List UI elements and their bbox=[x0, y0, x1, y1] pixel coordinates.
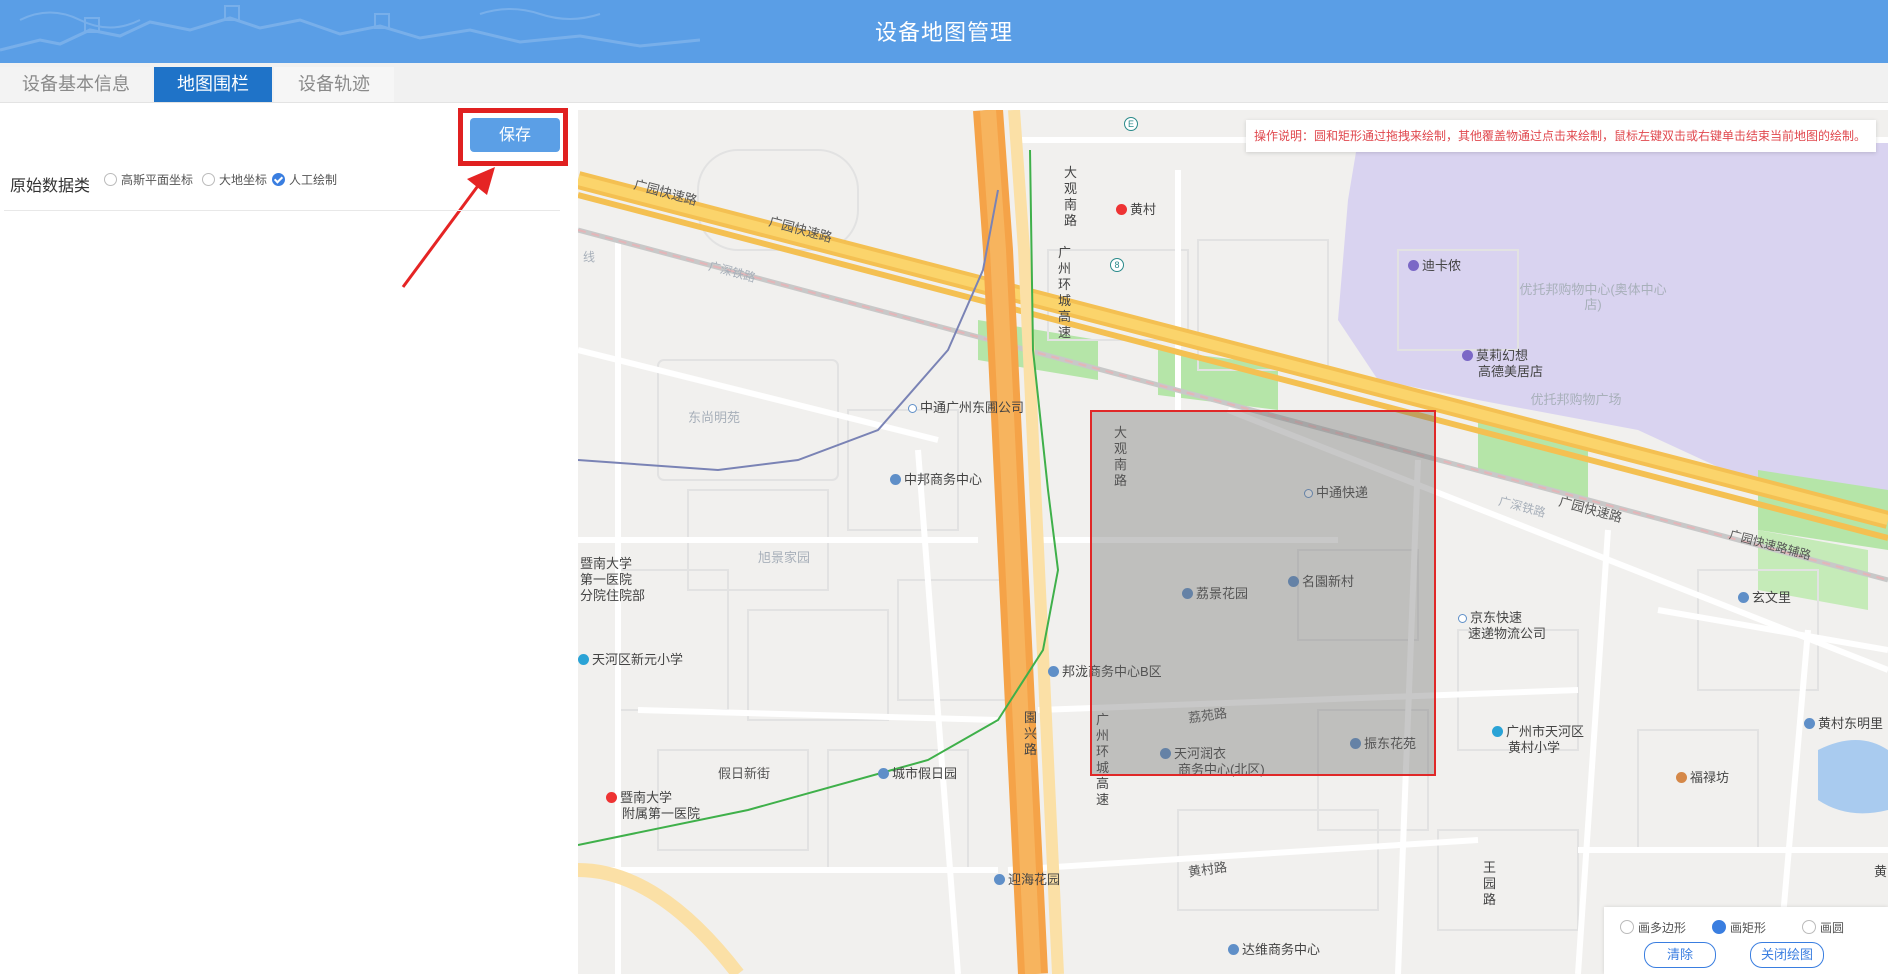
radio-draw-rectangle[interactable]: 画矩形 bbox=[1712, 919, 1766, 936]
poi-label: 福禄坊 bbox=[1676, 770, 1729, 785]
poi-label: 迎海花园 bbox=[994, 872, 1060, 887]
poi-label: 东尚明苑 bbox=[688, 410, 741, 425]
poi-label: 暨南大学 bbox=[580, 556, 633, 571]
poi-label: 暨南大学 bbox=[606, 790, 672, 805]
source-data-type-row: 原始数据类 高斯平面坐标 大地坐标 人工绘制 bbox=[4, 160, 560, 211]
building-icon bbox=[890, 474, 901, 485]
poi-label: 黄 bbox=[1874, 864, 1888, 879]
radio-circle-checked bbox=[272, 173, 285, 186]
location-dot-icon bbox=[1458, 614, 1467, 623]
poi-label: 旭景家园 bbox=[758, 550, 811, 565]
building-icon bbox=[1048, 666, 1059, 677]
metro-station-label: 黄村 bbox=[1116, 202, 1156, 217]
building-icon bbox=[878, 768, 889, 779]
page-title: 设备地图管理 bbox=[874, 20, 1013, 45]
location-dot-icon bbox=[908, 404, 917, 413]
radio-draw-circle[interactable]: 画圆 bbox=[1802, 919, 1844, 936]
hospital-icon bbox=[606, 792, 617, 803]
poi-label: 速递物流公司 bbox=[1468, 626, 1547, 641]
radio-circle-checked bbox=[1712, 920, 1726, 934]
radio-gauss-coordinate[interactable]: 高斯平面坐标 bbox=[104, 172, 193, 188]
building-icon bbox=[994, 874, 1005, 885]
building-icon bbox=[1804, 718, 1815, 729]
tab-map-fence[interactable]: 地图围栏 bbox=[154, 67, 272, 102]
radio-circle bbox=[202, 173, 215, 186]
clear-button[interactable]: 清除 bbox=[1644, 942, 1716, 968]
radio-manual-drawing[interactable]: 人工绘制 bbox=[272, 172, 337, 188]
metro-line-label: 线 bbox=[583, 250, 596, 264]
poi-label: 天河区新元小学 bbox=[578, 652, 683, 667]
road-label: 大观南路 bbox=[1064, 165, 1078, 228]
radio-circle bbox=[104, 173, 117, 186]
poi-label: 达维商务中心 bbox=[1228, 942, 1320, 957]
drawing-toolbox: 画多边形 画矩形 画圆 清除 关闭绘图 bbox=[1604, 907, 1888, 974]
poi-label: 城市假日园 bbox=[878, 766, 957, 781]
shop-icon bbox=[1462, 350, 1473, 361]
shop-icon bbox=[1408, 260, 1419, 271]
building-icon bbox=[1738, 592, 1749, 603]
poi-label: 莫莉幻想 bbox=[1462, 348, 1528, 363]
metro-line-8-icon: 8 bbox=[1110, 258, 1124, 272]
poi-label: 优托邦购物中心(奥体中心店) bbox=[1519, 282, 1667, 312]
school-icon bbox=[1492, 726, 1503, 737]
radio-circle bbox=[1620, 920, 1634, 934]
school-icon bbox=[578, 654, 589, 665]
poi-label: 中邦商务中心 bbox=[890, 472, 982, 487]
source-data-type-label: 原始数据类 bbox=[10, 178, 91, 195]
poi-label: 优托邦购物广场 bbox=[1530, 392, 1622, 407]
drawn-rectangle-fence[interactable] bbox=[1090, 410, 1436, 776]
road-label: 假日新街 bbox=[718, 766, 771, 781]
food-icon bbox=[1676, 772, 1687, 783]
page-header: 设备地图管理 bbox=[0, 0, 1888, 63]
poi-label: 黄村小学 bbox=[1508, 740, 1561, 755]
poi-label: 高德美居店 bbox=[1478, 364, 1544, 379]
road-label: 广州环城高速 bbox=[1058, 245, 1072, 340]
radio-draw-polygon[interactable]: 画多边形 bbox=[1620, 919, 1686, 936]
poi-label: 中通广州东圃公司 bbox=[908, 400, 1024, 415]
poi-label: 玄文里 bbox=[1738, 590, 1791, 605]
road-label: 園兴路 bbox=[1024, 710, 1038, 757]
save-button[interactable]: 保存 bbox=[470, 118, 560, 152]
poi-label: 广州市天河区 bbox=[1492, 724, 1584, 739]
poi-label: 黄村东明里 bbox=[1804, 716, 1883, 731]
poi-label: 京东快速 bbox=[1458, 610, 1522, 625]
metro-line-e-icon: E bbox=[1124, 117, 1138, 131]
radio-circle bbox=[1802, 920, 1816, 934]
tab-device-track[interactable]: 设备轨迹 bbox=[274, 67, 394, 102]
operation-notice: 操作说明：圆和矩形通过拖拽来绘制，其他覆盖物通过点击来绘制，鼠标左键双击或右键单… bbox=[1246, 120, 1876, 152]
tab-device-info[interactable]: 设备基本信息 bbox=[0, 67, 152, 102]
road-label: 王园路 bbox=[1483, 860, 1497, 907]
poi-label: 第一医院 bbox=[580, 572, 633, 587]
close-drawing-button[interactable]: 关闭绘图 bbox=[1750, 942, 1824, 968]
tab-bar: 设备基本信息 地图围栏 设备轨迹 bbox=[0, 63, 1888, 103]
poi-label: 迪卡侬 bbox=[1408, 258, 1461, 273]
poi-label: 附属第一医院 bbox=[622, 806, 701, 821]
poi-label: 分院住院部 bbox=[580, 588, 646, 603]
building-icon bbox=[1228, 944, 1239, 955]
metro-station-icon bbox=[1116, 204, 1127, 215]
radio-geodetic-coordinate[interactable]: 大地坐标 bbox=[202, 172, 267, 188]
